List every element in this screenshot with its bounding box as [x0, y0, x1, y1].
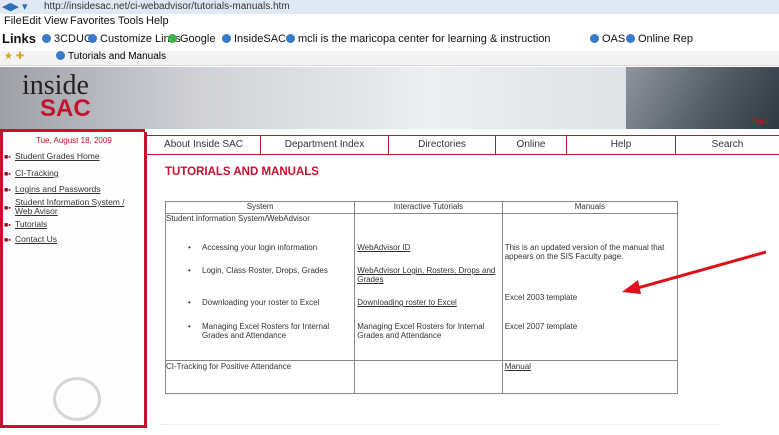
logo-sac[interactable]: SAC — [40, 95, 91, 123]
tab-directories[interactable]: Directories — [389, 136, 496, 154]
manual-link[interactable]: Manual — [505, 362, 531, 371]
tutorial-link-login-rosters[interactable]: WebAdvisor Login, Rosters, Drops and Gra… — [357, 266, 497, 284]
menu-view[interactable]: View — [44, 15, 68, 27]
table-header-row: System Interactive Tutorials Manuals — [164, 201, 679, 214]
table-row: Student Information System/WebAdvisor Ac… — [164, 213, 679, 361]
menu-favorites[interactable]: Favorites — [70, 15, 115, 27]
link-oas[interactable]: OAS — [590, 33, 625, 45]
col-header-manuals: Manuals — [501, 201, 679, 214]
back-forward-icon[interactable]: ◀▶ ▾ — [2, 0, 28, 13]
photo-caption: Sant — [752, 117, 769, 126]
sidebar-item-contact[interactable]: ■▪ Contact Us — [4, 235, 57, 245]
menu-file[interactable]: File — [4, 15, 22, 27]
links-label: Links — [2, 31, 36, 46]
bullet-icon: ■▪ — [4, 222, 11, 229]
bullet-icon: ■▪ — [4, 154, 11, 161]
sidebar-date: Tue, August 18, 2009 — [36, 136, 112, 145]
link-online-rep[interactable]: Online Rep — [626, 33, 693, 45]
page-icon — [88, 34, 97, 43]
sidebar: Tue, August 18, 2009 ■▪ Student Grades Ho… — [0, 132, 147, 428]
links-bar: Links 3CDUG Customize Links Google Insid… — [0, 31, 779, 47]
page-icon — [42, 34, 51, 43]
section-ci-tracking-label: CI-Tracking for Positive Attendance — [166, 362, 292, 371]
decorative-swirl-icon — [53, 377, 101, 421]
col-header-system: System — [164, 201, 356, 214]
address-bar[interactable]: ◀▶ ▾ http://insidesac.net/ci-webadvisor/… — [0, 0, 779, 14]
excel-2003-template-link[interactable]: Excel 2003 template — [505, 293, 578, 302]
list-item: Managing Excel Rosters for Internal Grad… — [188, 322, 352, 340]
list-item: Downloading your roster to Excel — [188, 298, 319, 307]
favorites-star-icon[interactable]: ★ ✚ — [4, 51, 24, 62]
bullet-icon: ■▪ — [4, 205, 11, 212]
bullet-icon: ■▪ — [4, 237, 11, 244]
list-item: Login, Class Roster, Drops, Grades — [188, 266, 328, 275]
link-customize[interactable]: Customize Links — [88, 33, 181, 45]
list-item: Accessing your login information — [188, 243, 317, 252]
table-row: CI-Tracking for Positive Attendance Manu… — [164, 360, 679, 394]
sidebar-item-tutorials[interactable]: ■▪ Tutorials — [4, 220, 47, 230]
tutorial-link-download-roster[interactable]: Downloading roster to Excel — [357, 298, 457, 307]
tab-department-index[interactable]: Department Index — [261, 136, 389, 154]
sidebar-item-grades-home[interactable]: ■▪ Student Grades Home — [4, 152, 100, 162]
menu-bar: File Edit View Favorites Tools Help — [0, 15, 779, 29]
page-icon — [222, 34, 231, 43]
tab-about[interactable]: About Inside SAC — [147, 136, 261, 154]
sidebar-item-sis[interactable]: ■▪ Student Information System / Web Aviso… — [4, 198, 125, 216]
sidebar-item-logins[interactable]: ■▪ Logins and Passwords — [4, 185, 101, 195]
sidebar-item-ci-tracking[interactable]: ■▪ CI-Tracking — [4, 169, 59, 179]
tutorial-text-excel-rosters: Managing Excel Rosters for Internal Grad… — [357, 322, 485, 340]
bullet-icon: ■▪ — [4, 171, 11, 178]
browser-tab[interactable]: Tutorials and Manuals — [56, 51, 166, 62]
top-nav: About Inside SAC Department Index Direct… — [147, 135, 779, 155]
tab-search[interactable]: Search — [676, 136, 779, 154]
page-icon — [626, 34, 635, 43]
menu-tools[interactable]: Tools — [118, 15, 144, 27]
page-icon — [286, 34, 295, 43]
red-arrow-icon — [622, 250, 767, 294]
link-mcli[interactable]: mcli is the maricopa center for learning… — [286, 33, 551, 45]
url-field[interactable]: http://insidesac.net/ci-webadvisor/tutor… — [44, 1, 290, 12]
col-header-tutorials: Interactive Tutorials — [354, 201, 503, 214]
section-sis-label: Student Information System/WebAdvisor — [166, 214, 310, 223]
tutorials-table: System Interactive Tutorials Manuals Stu… — [164, 201, 679, 394]
page-title: TUTORIALS AND MANUALS — [165, 166, 319, 178]
link-3cdug[interactable]: 3CDUG — [42, 33, 93, 45]
bullet-icon: ■▪ — [4, 187, 11, 194]
google-icon — [168, 34, 177, 43]
tab-help[interactable]: Help — [567, 136, 676, 154]
menu-edit[interactable]: Edit — [22, 15, 41, 27]
page-icon — [590, 34, 599, 43]
tab-bar: ★ ✚ Tutorials and Manuals — [0, 51, 779, 66]
tutorial-link-webadvisor-id[interactable]: WebAdvisor ID — [357, 243, 410, 252]
link-insidesac[interactable]: InsideSAC — [222, 33, 286, 45]
footer-divider — [160, 424, 720, 428]
excel-2007-template-link[interactable]: Excel 2007 template — [505, 322, 578, 331]
page-icon — [56, 51, 65, 60]
menu-help[interactable]: Help — [146, 15, 169, 27]
site-banner: inside SAC Sant — [0, 67, 779, 129]
link-google[interactable]: Google — [168, 33, 215, 45]
tab-online[interactable]: Online — [496, 136, 567, 154]
